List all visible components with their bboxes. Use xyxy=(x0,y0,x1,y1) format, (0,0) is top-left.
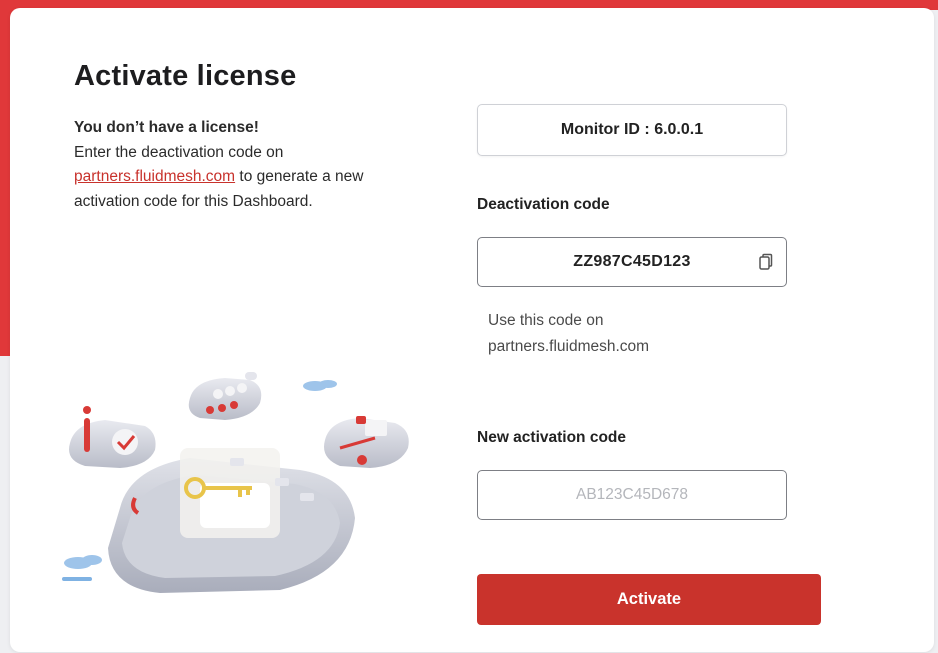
cloud-icon xyxy=(303,380,337,391)
deactivation-code-field[interactable]: ZZ987C45D123 xyxy=(477,237,787,287)
activation-code-input[interactable] xyxy=(477,470,787,520)
desc-text-1: Enter the deactivation code on xyxy=(74,143,284,161)
copy-icon[interactable] xyxy=(758,253,774,271)
cloud-icon xyxy=(62,555,102,581)
monitor-id-box: Monitor ID : 6.0.0.1 xyxy=(477,104,787,156)
license-description: You don’t have a license! Enter the deac… xyxy=(74,116,404,214)
activation-code-label: New activation code xyxy=(477,429,627,446)
activate-button[interactable]: Activate xyxy=(477,574,821,625)
dialog-title: Activate license xyxy=(74,60,297,92)
license-illustration xyxy=(62,372,409,593)
license-dialog: Activate license You don’t have a licens… xyxy=(10,8,934,652)
partners-link[interactable]: partners.fluidmesh.com xyxy=(74,168,235,185)
deactivation-hint: Use this code on partners.fluidmesh.com xyxy=(488,312,650,355)
no-license-text: You don’t have a license! xyxy=(74,119,259,136)
deactivation-code-value: ZZ987C45D123 xyxy=(573,253,691,270)
deactivation-code-label: Deactivation code xyxy=(477,196,610,213)
